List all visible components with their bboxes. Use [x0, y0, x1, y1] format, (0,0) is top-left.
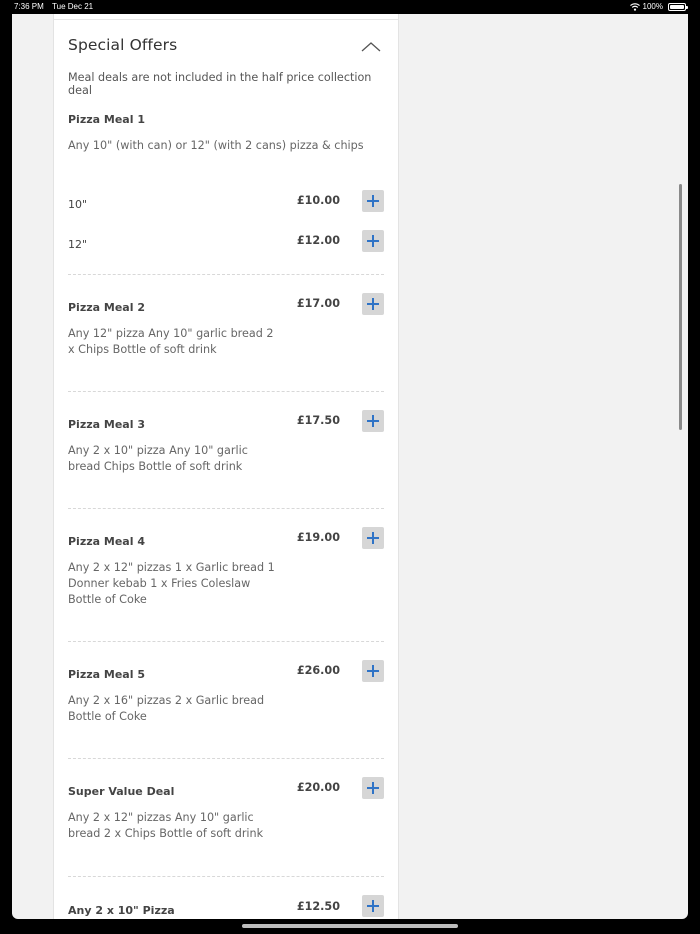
option-label: 12": [68, 238, 88, 251]
wifi-icon: [629, 3, 640, 11]
item-divider: [68, 876, 384, 877]
item-description: Any 2 x 12" pizzas Any 10" garlic bread …: [68, 811, 264, 840]
item-description: Any 2 x 12" pizzas 1 x Garlic bread 1 Do…: [68, 561, 275, 606]
status-date: Tue Dec 21: [52, 2, 94, 11]
add-button[interactable]: [362, 527, 384, 549]
item-divider: [68, 641, 384, 642]
option-label: 10": [68, 198, 88, 211]
menu-item: Pizza Meal 5 £26.00 Any 2 x 16" pizzas 2…: [68, 660, 384, 750]
battery-percent: 100%: [642, 2, 663, 11]
item-price: £12.50: [296, 900, 340, 913]
item-name: Pizza Meal 1: [68, 113, 145, 126]
item-price: £20.00: [296, 781, 340, 794]
item-price: £26.00: [296, 664, 340, 677]
item-description: Any 2 x 16" pizzas 2 x Garlic bread Bott…: [68, 694, 265, 723]
menu-item: Any 2 x 10" Pizza £12.50: [68, 894, 384, 919]
app-screen: Special Offers Meal deals are not includ…: [12, 14, 688, 919]
menu-item: Super Value Deal £20.00 Any 2 x 12" pizz…: [68, 777, 384, 867]
menu-item-pizza-meal-1: Pizza Meal 1 Any 10" (with can) or 12" (…: [68, 113, 384, 154]
item-price: £17.50: [296, 414, 340, 427]
panel-top-divider: [54, 19, 398, 20]
menu-item: Pizza Meal 3 £17.50 Any 2 x 10" pizza An…: [68, 410, 384, 500]
item-description: Any 2 x 10" pizza Any 10" garlic bread C…: [68, 444, 248, 473]
add-button[interactable]: [362, 293, 384, 315]
item-divider: [68, 508, 384, 509]
battery-icon: [668, 3, 688, 11]
scrollbar[interactable]: [679, 184, 682, 430]
item-description: Any 12" pizza Any 10" garlic bread 2 x C…: [68, 327, 274, 356]
special-offers-panel: Special Offers Meal deals are not includ…: [53, 14, 399, 919]
item-price: £17.00: [296, 297, 340, 310]
item-description: Any 10" (with can) or 12" (with 2 cans) …: [68, 139, 364, 152]
add-button[interactable]: [362, 660, 384, 682]
add-button[interactable]: [362, 895, 384, 917]
section-intro: Meal deals are not included in the half …: [68, 71, 372, 97]
status-bar: 7:36 PM Tue Dec 21 100%: [0, 0, 700, 14]
option-row: 12" £12.00: [68, 230, 384, 252]
add-button[interactable]: [362, 777, 384, 799]
add-button[interactable]: [362, 230, 384, 252]
item-divider: [68, 391, 384, 392]
chevron-up-icon[interactable]: [360, 39, 382, 55]
add-button[interactable]: [362, 190, 384, 212]
home-indicator[interactable]: [242, 924, 458, 928]
add-button[interactable]: [362, 410, 384, 432]
option-price: £10.00: [296, 194, 340, 207]
item-divider: [68, 758, 384, 759]
menu-item: Pizza Meal 4 £19.00 Any 2 x 12" pizzas 1…: [68, 527, 384, 637]
section-header[interactable]: Special Offers: [68, 36, 384, 60]
status-time: 7:36 PM: [14, 2, 44, 11]
section-title: Special Offers: [68, 36, 178, 54]
item-divider: [68, 274, 384, 275]
option-price: £12.00: [296, 234, 340, 247]
option-row: 10" £10.00: [68, 190, 384, 212]
menu-item: Pizza Meal 2 £17.00 Any 12" pizza Any 10…: [68, 293, 384, 383]
item-price: £19.00: [296, 531, 340, 544]
